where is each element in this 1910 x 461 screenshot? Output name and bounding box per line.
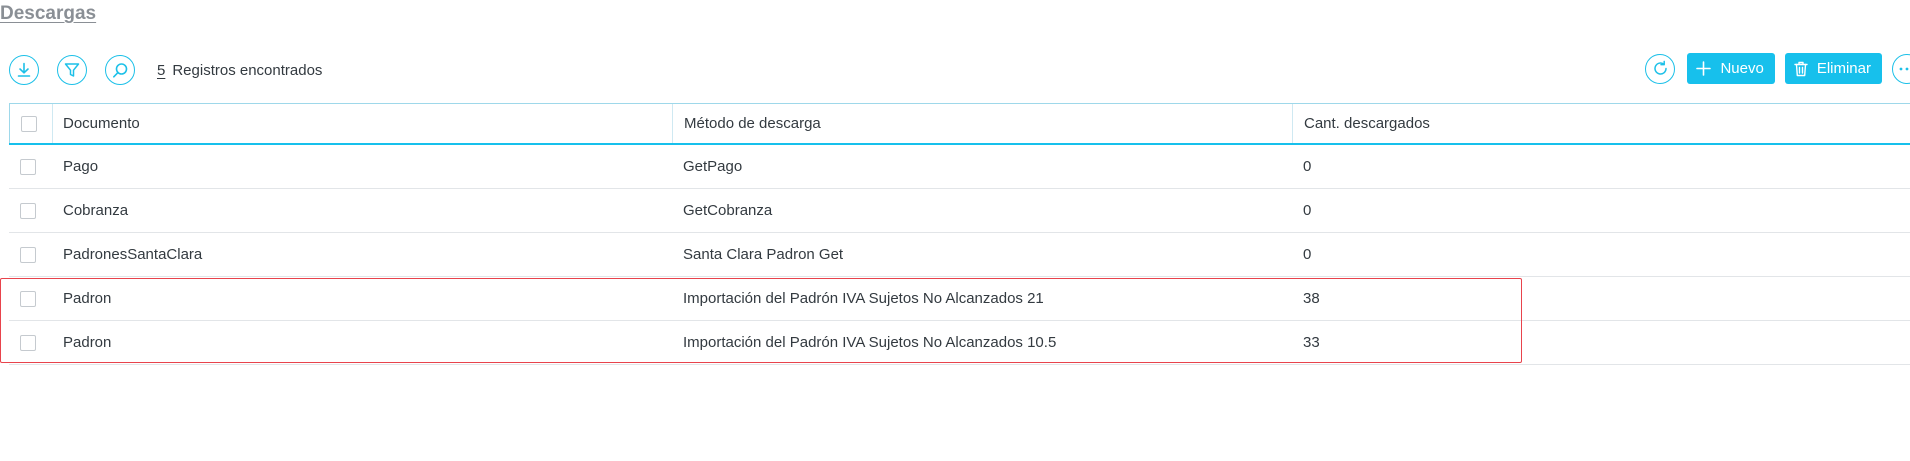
record-count-label: Registros encontrados	[172, 61, 323, 79]
record-count-number: 5	[157, 61, 166, 79]
column-header-documento[interactable]: Documento	[52, 104, 672, 143]
download-button[interactable]	[9, 55, 39, 85]
cell-metodo: GetCobranza	[683, 202, 773, 219]
cell-cantidad: 38	[1303, 290, 1320, 307]
downloads-table: Documento Método de descarga Cant. desca…	[9, 103, 1910, 365]
cell-cantidad: 33	[1303, 334, 1320, 351]
cell-metodo: Importación del Padrón IVA Sujetos No Al…	[683, 290, 1044, 307]
refresh-button[interactable]	[1645, 53, 1676, 84]
cell-metodo: GetPago	[683, 158, 743, 175]
select-all-checkbox[interactable]	[21, 115, 37, 132]
delete-button-label: Eliminar	[1816, 60, 1871, 77]
row-checkbox[interactable]	[20, 202, 36, 219]
table-row[interactable]: Pago GetPago 0	[9, 145, 1910, 189]
row-checkbox[interactable]	[20, 334, 36, 351]
cell-documento: Pago	[63, 158, 99, 175]
search-button[interactable]	[105, 55, 135, 85]
trash-icon	[1794, 61, 1808, 77]
plus-icon	[1696, 61, 1712, 76]
search-icon	[112, 62, 129, 79]
row-checkbox-cell	[9, 145, 52, 188]
table-row[interactable]: Padron Importación del Padrón IVA Sujeto…	[9, 321, 1910, 365]
cell-documento: Padron	[63, 334, 112, 351]
table-row[interactable]: PadronesSantaClara Santa Clara Padron Ge…	[9, 233, 1910, 277]
delete-button[interactable]: Eliminar	[1784, 53, 1882, 84]
new-button[interactable]: Nuevo	[1687, 53, 1775, 84]
refresh-icon	[1652, 60, 1669, 77]
table-row[interactable]: Padron Importación del Padrón IVA Sujeto…	[9, 277, 1910, 321]
cell-documento: PadronesSantaClara	[63, 246, 203, 263]
cell-cantidad: 0	[1303, 202, 1312, 219]
page-title[interactable]: Descargas	[0, 3, 96, 25]
cell-documento: Cobranza	[63, 202, 129, 219]
row-checkbox[interactable]	[20, 158, 36, 175]
column-header-cantidad[interactable]: Cant. descargados	[1292, 104, 1910, 143]
filter-icon	[64, 62, 80, 78]
row-checkbox-cell	[9, 277, 52, 320]
table-header: Documento Método de descarga Cant. desca…	[9, 103, 1910, 145]
column-header-metodo[interactable]: Método de descarga	[672, 104, 1292, 143]
row-checkbox[interactable]	[20, 290, 36, 307]
row-checkbox-cell	[9, 321, 52, 364]
table-row[interactable]: Cobranza GetCobranza 0	[9, 189, 1910, 233]
download-icon	[16, 62, 32, 78]
cell-metodo: Santa Clara Padron Get	[683, 246, 844, 263]
cell-metodo: Importación del Padrón IVA Sujetos No Al…	[683, 334, 1057, 351]
cell-cantidad: 0	[1303, 246, 1312, 263]
toolbar-left: 5 Registros encontrados	[9, 54, 322, 86]
row-checkbox[interactable]	[20, 246, 36, 263]
filter-button[interactable]	[57, 55, 87, 85]
record-count: 5 Registros encontrados	[157, 62, 322, 79]
new-button-label: Nuevo	[1720, 60, 1764, 77]
cell-documento: Padron	[63, 290, 112, 307]
toolbar-right: Nuevo Eliminar	[1645, 52, 1910, 85]
more-options-button[interactable]	[1892, 53, 1910, 84]
cell-cantidad: 0	[1303, 158, 1312, 175]
more-icon	[1899, 67, 1910, 71]
header-checkbox-cell	[9, 104, 52, 143]
row-checkbox-cell	[9, 233, 52, 276]
row-checkbox-cell	[9, 189, 52, 232]
